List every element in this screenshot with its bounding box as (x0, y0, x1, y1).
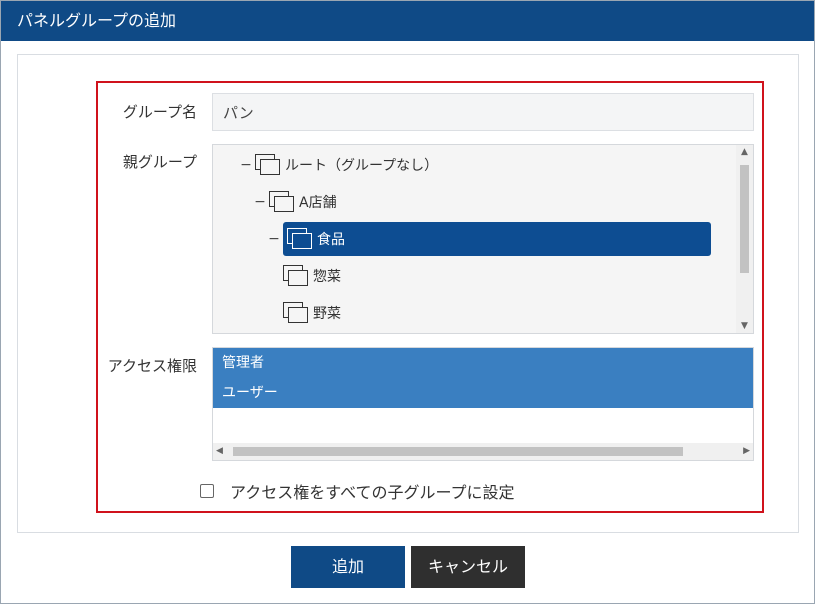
group-folder-icon (255, 154, 281, 176)
apply-to-children-option[interactable]: アクセス権をすべての子グループに設定 (200, 479, 514, 503)
group-folder-icon (283, 265, 309, 287)
collapse-icon[interactable]: − (251, 194, 269, 210)
access-permission-label: アクセス権限 (107, 357, 197, 375)
group-name-label: グループ名 (122, 103, 197, 121)
access-permission-list[interactable]: 管理者 ユーザー ◀ ▶ (212, 347, 754, 461)
scroll-left-icon[interactable]: ◀ (216, 443, 223, 460)
scroll-thumb[interactable] (233, 447, 683, 456)
access-item-user[interactable]: ユーザー (213, 378, 753, 408)
apply-to-children-checkbox[interactable] (200, 484, 214, 498)
group-name-input[interactable] (212, 93, 754, 131)
tree-item-deli[interactable]: 惣菜 (283, 259, 341, 293)
scroll-down-icon[interactable]: ▼ (736, 321, 753, 331)
access-horizontal-scrollbar[interactable]: ◀ ▶ (213, 443, 753, 460)
tree-item-vegetables[interactable]: 野菜 (283, 296, 341, 330)
add-panel-group-dialog: パネルグループの追加 グループ名 親グループ − ルート（グループなし） − A… (0, 0, 815, 604)
tree-item-label: 惣菜 (313, 269, 341, 285)
scroll-thumb[interactable] (740, 165, 749, 273)
access-item-admin[interactable]: 管理者 (213, 348, 753, 378)
collapse-icon[interactable]: − (237, 157, 255, 173)
tree-vertical-scrollbar[interactable]: ▲ ▼ (736, 145, 753, 333)
tree-item-label: 野菜 (313, 306, 341, 322)
parent-group-label: 親グループ (122, 153, 197, 171)
tree-item-label: A店舗 (299, 195, 337, 211)
scroll-right-icon[interactable]: ▶ (743, 443, 750, 460)
add-button[interactable]: 追加 (291, 546, 405, 588)
tree-item-label: 食品 (317, 232, 345, 248)
scroll-up-icon[interactable]: ▲ (736, 147, 753, 157)
group-folder-icon (269, 191, 295, 213)
apply-to-children-label: アクセス権をすべての子グループに設定 (230, 483, 515, 502)
group-folder-icon (283, 302, 309, 324)
dialog-title: パネルグループの追加 (1, 1, 814, 41)
parent-group-tree[interactable]: − ルート（グループなし） − A店舗 − 食品 惣菜 野菜 ▲ ▼ (212, 144, 754, 334)
tree-item-root[interactable]: − ルート（グループなし） (237, 148, 438, 182)
tree-item-a-store[interactable]: − A店舗 (251, 185, 337, 219)
collapse-icon[interactable]: − (265, 222, 283, 256)
tree-item-food-selected[interactable]: − 食品 (265, 222, 711, 256)
cancel-button[interactable]: キャンセル (411, 546, 525, 588)
group-folder-icon (287, 228, 313, 250)
tree-item-label: ルート（グループなし） (285, 158, 439, 174)
